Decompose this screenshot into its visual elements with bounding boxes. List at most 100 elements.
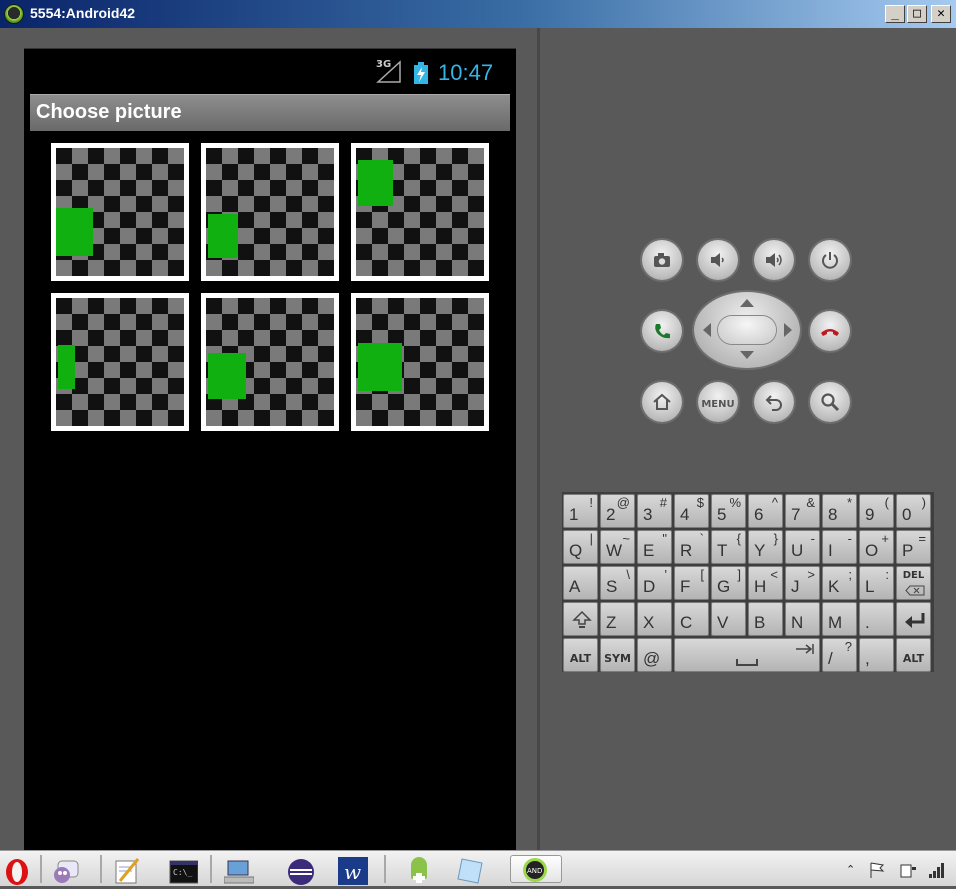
key-c[interactable]: C [674,602,709,636]
key-6[interactable]: 6 ^ [748,494,783,528]
key-o[interactable]: O + [859,530,894,564]
checkerboard-image [56,148,184,276]
key-j[interactable]: J > [785,566,820,600]
tab-icon [796,644,814,654]
green-marker [358,160,393,206]
call-button[interactable] [642,311,682,351]
battery-charging-icon [414,62,428,84]
action-center-flag-icon[interactable] [868,861,886,879]
picture-thumbnail-3[interactable] [351,143,489,281]
key-del[interactable]: DEL [896,566,931,600]
key-8[interactable]: 8 * [822,494,857,528]
key-w[interactable]: W ~ [600,530,635,564]
key-sym[interactable]: SYM [600,638,635,672]
maximize-button[interactable]: □ [907,5,927,23]
opera-icon[interactable] [2,855,32,885]
key-9[interactable]: 9( [859,494,894,528]
command-prompt-icon[interactable]: C:\_ [168,855,199,884]
key-b[interactable]: B [748,602,783,636]
pidgin-icon[interactable] [50,855,80,883]
key-d[interactable]: D ' [637,566,672,600]
back-button[interactable] [754,382,794,422]
key-space[interactable] [674,638,820,672]
key-k[interactable]: K; [822,566,857,600]
key-x[interactable]: X [637,602,672,636]
key-period[interactable]: . [859,602,894,636]
window-title-bar[interactable]: 5554:Android42 _ □ ✕ [0,0,956,28]
eclipse-icon[interactable] [286,855,316,885]
key-enter[interactable] [896,602,931,636]
dpad-center-button[interactable] [718,316,776,344]
key-r[interactable]: R ` [674,530,709,564]
checkerboard-image [206,148,334,276]
key-m[interactable]: M [822,602,857,636]
key-e[interactable]: E " [637,530,672,564]
key-i[interactable]: I- [822,530,857,564]
shift-icon [572,610,592,628]
key-f[interactable]: F[ [674,566,709,600]
green-marker [358,343,402,391]
picture-thumbnail-6[interactable] [351,293,489,431]
camera-button[interactable] [642,240,682,280]
volume-up-button[interactable] [754,240,794,280]
key-alt-left[interactable]: ALT [563,638,598,672]
wireshark-icon[interactable]: w [338,855,368,885]
picture-thumbnail-2[interactable] [201,143,339,281]
dpad-down-icon[interactable] [740,351,754,359]
key-shift[interactable] [563,602,598,636]
svg-text:C:\_: C:\_ [173,868,192,877]
end-call-button[interactable] [810,311,850,351]
android-emulator-taskbar-button[interactable]: AND [510,855,562,883]
key-y[interactable]: Y} [748,530,783,564]
key-u[interactable]: U- [785,530,820,564]
picture-thumbnail-4[interactable] [51,293,189,431]
key-g[interactable]: G] [711,566,746,600]
network-computer-icon[interactable] [223,855,255,884]
checkerboard-image [56,298,184,426]
show-hidden-icons-icon[interactable]: ⌃ [846,863,855,876]
key-n[interactable]: N [785,602,820,636]
key-t[interactable]: T{ [711,530,746,564]
key-slash[interactable]: /? [822,638,857,672]
key-3[interactable]: 3 # [637,494,672,528]
menu-button[interactable]: MENU [698,382,738,422]
key-comma[interactable]: , [859,638,894,672]
taskbar-separator [384,855,386,883]
android-sdk-icon[interactable] [404,855,434,883]
key-7[interactable]: 7 & [785,494,820,528]
key-l[interactable]: L: [859,566,894,600]
key-alt-right[interactable]: ALT [896,638,931,672]
volume-down-button[interactable] [698,240,738,280]
android-emulator-icon [4,4,24,24]
key-2[interactable]: 2 @ [600,494,635,528]
close-button[interactable]: ✕ [931,5,951,23]
search-button[interactable] [810,382,850,422]
notepad-icon[interactable] [112,855,142,884]
dpad-up-icon[interactable] [740,299,754,307]
notes-icon[interactable] [456,855,486,884]
power-button[interactable] [810,240,850,280]
volume-down-icon [711,253,724,267]
minimize-button[interactable]: _ [885,5,905,23]
key-1[interactable]: 1! [563,494,598,528]
power-plug-icon[interactable] [898,861,918,879]
key-q[interactable]: Q | [563,530,598,564]
key-h[interactable]: H < [748,566,783,600]
key-v[interactable]: V [711,602,746,636]
key-s[interactable]: S \ [600,566,635,600]
dpad-left-icon[interactable] [703,323,711,337]
key-a[interactable]: A [563,566,598,600]
key-at[interactable]: @ [637,638,672,672]
home-button[interactable] [642,382,682,422]
green-marker [58,345,75,389]
picture-thumbnail-1[interactable] [51,143,189,281]
key-0[interactable]: 0) [896,494,931,528]
key-p[interactable]: P = [896,530,931,564]
key-4[interactable]: 4 $ [674,494,709,528]
picture-thumbnail-5[interactable] [201,293,339,431]
signal-icon [376,60,401,83]
key-5[interactable]: 5% [711,494,746,528]
key-z[interactable]: Z [600,602,635,636]
dpad-right-icon[interactable] [784,323,792,337]
network-signal-icon[interactable] [928,861,946,879]
